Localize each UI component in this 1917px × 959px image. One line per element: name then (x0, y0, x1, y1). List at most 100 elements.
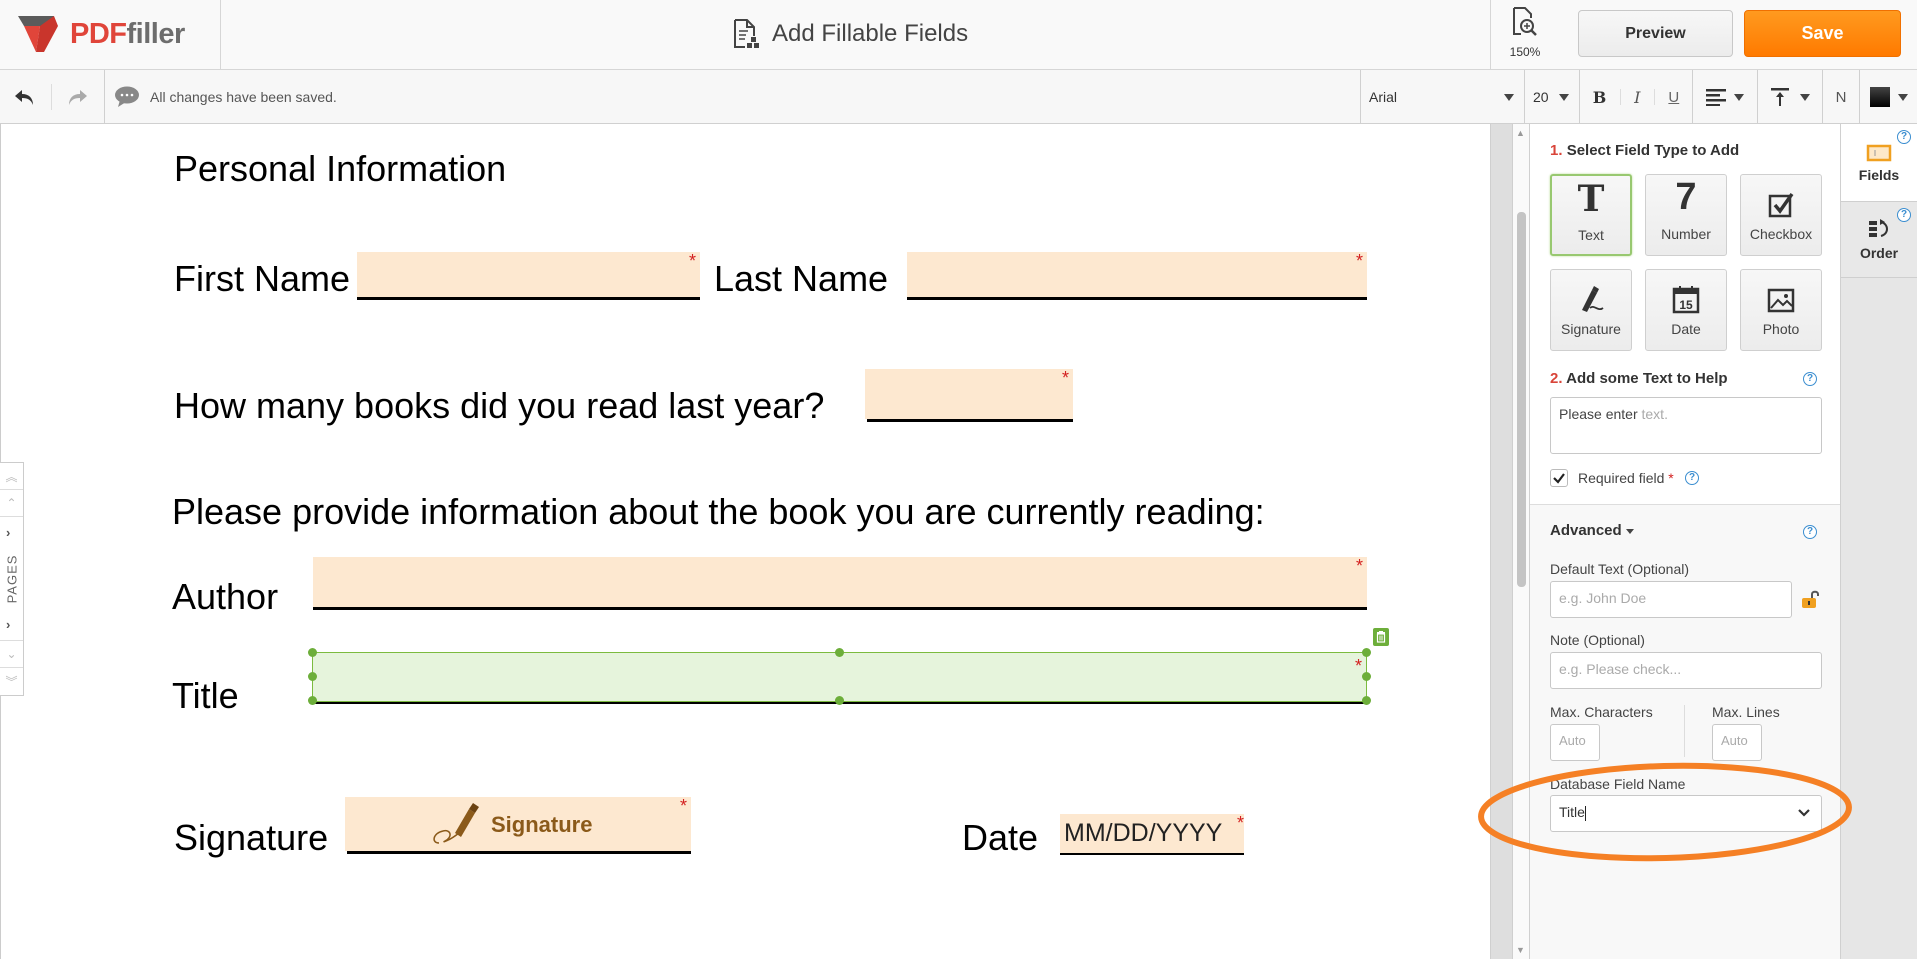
toolbar-divider (51, 84, 52, 110)
unlock-icon[interactable] (1800, 588, 1822, 610)
underline (347, 851, 691, 854)
field-type-signature[interactable]: Signature (1550, 269, 1632, 351)
undo-icon[interactable] (12, 84, 38, 110)
toolbar-divider (1619, 89, 1621, 105)
resize-handle[interactable] (1362, 648, 1371, 657)
divider (1684, 705, 1685, 757)
help-icon[interactable]: ? (1897, 130, 1911, 144)
text-icon: T (1577, 178, 1605, 220)
normal-text-button[interactable]: N (1822, 70, 1859, 124)
required-field-label: Required field * (1578, 470, 1674, 486)
resize-handle[interactable] (1362, 696, 1371, 705)
required-marker: * (1236, 813, 1244, 833)
chevron-down-icon (1897, 93, 1908, 101)
text-color-select[interactable] (1859, 70, 1917, 124)
underline (313, 607, 1367, 610)
logo-text-filler: filler (126, 17, 186, 50)
font-family-select[interactable]: Arial (1360, 70, 1524, 124)
books-count-field[interactable]: * (865, 369, 1073, 419)
note-input[interactable]: e.g. Please check... (1550, 652, 1822, 689)
last-page-button[interactable]: ︾ (0, 668, 23, 695)
signature-label: Signature (174, 817, 329, 858)
pdffiller-logo[interactable]: PDFfiller (18, 14, 185, 54)
field-type-label: Date (1671, 321, 1701, 337)
header-divider (1490, 0, 1491, 70)
scroll-down-arrow[interactable]: ▼ (1516, 945, 1525, 955)
chevron-down-icon (1800, 93, 1810, 101)
font-size-select[interactable]: 20 (1524, 70, 1579, 124)
chevron-down-icon (1558, 93, 1569, 101)
chevron-right-icon: › (6, 525, 11, 540)
help-icon[interactable]: ? (1803, 372, 1817, 386)
max-lines-input[interactable]: Auto (1712, 724, 1762, 761)
zoom-control[interactable]: 150% (1495, 6, 1555, 66)
redo-icon[interactable] (64, 84, 90, 110)
resize-handle[interactable] (308, 648, 317, 657)
resize-handle[interactable] (835, 648, 844, 657)
pages-toggle[interactable]: › PAGES › (0, 517, 23, 641)
tab-label: Fields (1858, 167, 1900, 183)
help-icon[interactable]: ? (1685, 471, 1699, 485)
tab-fields[interactable]: ? Fields (1841, 124, 1917, 201)
database-field-name-select[interactable]: Title (1550, 795, 1822, 832)
field-type-date[interactable]: 15 Date (1645, 269, 1727, 351)
last-name-field[interactable]: * (907, 252, 1367, 297)
author-field[interactable]: * (313, 557, 1367, 607)
document-canvas[interactable]: Personal Information First Name * Last N… (0, 124, 1490, 959)
help-icon[interactable]: ? (1897, 208, 1911, 222)
save-button[interactable]: Save (1744, 10, 1901, 57)
signature-icon (1551, 270, 1631, 314)
scroll-up-arrow[interactable]: ▲ (1516, 128, 1525, 138)
signature-field-text: Signature (491, 812, 593, 837)
document-scrollbar[interactable]: ▲ ▼ (1513, 124, 1530, 959)
vertical-align-select[interactable] (1757, 70, 1822, 124)
preview-button[interactable]: Preview (1578, 10, 1733, 57)
tab-order[interactable]: ? Order (1841, 201, 1917, 278)
bold-button[interactable]: B (1593, 88, 1607, 107)
zoom-document-icon (1513, 7, 1537, 36)
max-characters-input[interactable]: Auto (1550, 724, 1600, 761)
first-name-label: First Name (174, 258, 351, 299)
resize-handle[interactable] (1362, 672, 1371, 681)
next-page-button[interactable]: ⌄ (0, 641, 23, 668)
help-text-input[interactable]: Please enter text. (1550, 397, 1822, 454)
scrollbar-thumb[interactable] (1517, 212, 1526, 587)
date-field[interactable]: MM/DD/YYYY * (1060, 814, 1244, 853)
delete-field-button[interactable] (1373, 628, 1389, 646)
field-type-text[interactable]: T Text (1550, 174, 1632, 256)
text-align-select[interactable] (1692, 70, 1757, 124)
resize-handle[interactable] (835, 696, 844, 705)
default-text-input[interactable]: e.g. John Doe (1550, 581, 1792, 618)
title-field-selected[interactable]: * (312, 652, 1367, 702)
underline-button[interactable]: U (1668, 89, 1679, 106)
pages-panel-toggle[interactable]: ︽ ⌃ › PAGES › ⌄ ︾ (0, 462, 24, 696)
editor-toolbar: All changes have been saved. Arial 20 B … (0, 70, 1917, 124)
default-text-label: Default Text (Optional) (1550, 561, 1690, 577)
required-field-checkbox[interactable] (1550, 469, 1568, 487)
toolbar-divider (1653, 89, 1655, 105)
fillable-document-icon (734, 19, 759, 48)
field-type-label: Photo (1762, 321, 1800, 337)
underline (907, 297, 1367, 300)
resize-handle[interactable] (308, 696, 317, 705)
required-marker: * (688, 251, 696, 271)
italic-button[interactable]: I (1634, 88, 1640, 107)
field-type-checkbox[interactable]: Checkbox (1740, 174, 1822, 256)
save-status: All changes have been saved. (114, 84, 337, 110)
section-heading: Personal Information (174, 148, 507, 189)
first-page-button[interactable]: ︽ (0, 463, 23, 490)
field-type-number[interactable]: 7 Number (1645, 174, 1727, 256)
field-type-photo[interactable]: Photo (1740, 269, 1822, 351)
advanced-toggle[interactable]: Advanced (1550, 522, 1634, 539)
author-label: Author (172, 576, 279, 617)
help-icon[interactable]: ? (1803, 525, 1817, 539)
toolbar-divider (104, 70, 105, 124)
order-icon (1869, 219, 1888, 237)
checkbox-icon (1741, 175, 1821, 219)
first-name-field[interactable]: * (357, 252, 700, 297)
prev-page-button[interactable]: ⌃ (0, 490, 23, 517)
signature-field[interactable]: * Signature (345, 797, 691, 851)
field-settings-panel: 1. Select Field Type to Add T Text 7 Num… (1530, 124, 1841, 959)
field-type-section: 1. Select Field Type to Add T Text 7 Num… (1530, 124, 1840, 505)
resize-handle[interactable] (308, 672, 317, 681)
